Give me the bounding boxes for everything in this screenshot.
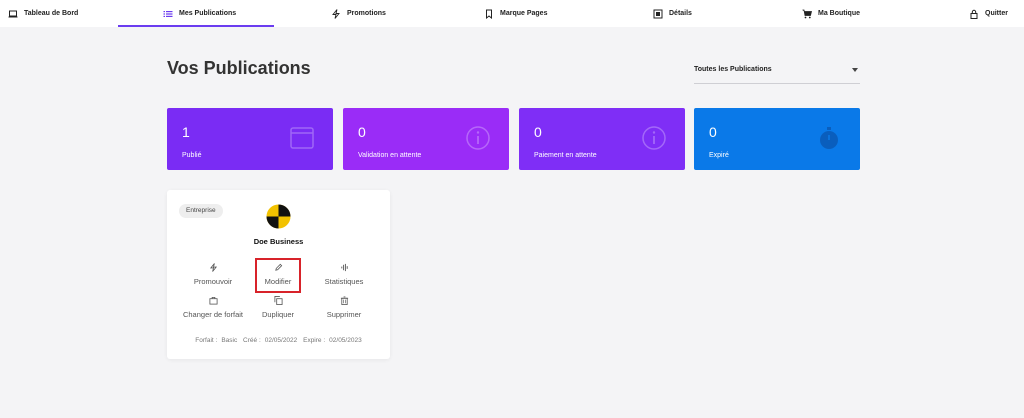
- action-label: Supprimer: [326, 310, 362, 319]
- stat-label: Validation en attente: [358, 152, 422, 159]
- created-label: Créé :: [243, 337, 261, 344]
- nav-item-details[interactable]: Détails: [653, 0, 692, 27]
- info-icon: [466, 126, 490, 150]
- plan-value: Basic: [221, 337, 238, 344]
- nav-label: Promotions: [347, 10, 386, 17]
- publication-filter-select[interactable]: Toutes les Publications: [694, 62, 860, 84]
- stat-value: 0: [358, 124, 366, 140]
- details-icon: [653, 9, 663, 18]
- nav-label: Ma Boutique: [818, 10, 860, 17]
- stat-value: 1: [182, 124, 190, 140]
- action-label: Dupliquer: [261, 310, 295, 319]
- bolt-icon: [332, 8, 340, 19]
- pencil-icon: [274, 263, 282, 271]
- stopwatch-icon: [820, 127, 838, 149]
- stat-label: Paiement en attente: [534, 152, 597, 159]
- waveform-icon: [340, 263, 348, 272]
- nav-item-ma-boutique[interactable]: Ma Boutique: [802, 0, 860, 27]
- nav-item-quitter[interactable]: Quitter: [969, 0, 1008, 27]
- filter-selected-value: Toutes les Publications: [694, 66, 772, 73]
- nav-item-promotions[interactable]: Promotions: [331, 0, 386, 27]
- copy-icon: [273, 296, 283, 305]
- nav-label: Quitter: [985, 10, 1008, 17]
- business-name: Doe Business: [253, 237, 304, 246]
- action-label: Promouvoir: [193, 277, 233, 286]
- cart-icon: [802, 9, 812, 18]
- plan-label: Forfait :: [195, 337, 218, 344]
- action-label: Modifier: [264, 277, 292, 286]
- lock-icon: [970, 9, 978, 19]
- listing-card: Entreprise Doe Business Promouvoir Modif…: [167, 190, 390, 359]
- delete-action[interactable]: Supprimer: [312, 296, 376, 319]
- bolt-icon: [209, 263, 217, 272]
- stat-label: Publié: [182, 152, 202, 159]
- info-icon: [642, 126, 666, 150]
- action-label: Changer de forfait: [182, 310, 244, 319]
- statistics-action[interactable]: Statistiques: [312, 263, 376, 286]
- stat-card-pending-payment[interactable]: 0 Paiement en attente: [519, 108, 685, 170]
- page-title: Vos Publications: [167, 58, 311, 78]
- business-logo: [266, 204, 291, 229]
- edit-action[interactable]: Modifier: [255, 258, 301, 293]
- created-value: 02/05/2022: [264, 337, 298, 344]
- briefcase-icon: [208, 296, 218, 305]
- promote-action[interactable]: Promouvoir: [181, 263, 245, 286]
- list-icon: [163, 10, 173, 17]
- nav-item-mes-publications[interactable]: Mes Publications: [117, 0, 275, 27]
- nav-label: Mes Publications: [179, 10, 237, 17]
- stat-value: 0: [534, 124, 542, 140]
- browser-icon: [290, 127, 314, 149]
- stat-card-expired[interactable]: 0 Expiré: [694, 108, 860, 170]
- category-badge: Entreprise: [179, 204, 223, 218]
- nav-label: Détails: [669, 10, 692, 17]
- nav-item-tableau-de-bord[interactable]: Tableau de Bord: [8, 0, 78, 27]
- bookmark-icon: [486, 9, 492, 19]
- nav-label: Marque Pages: [500, 10, 548, 17]
- nav-label: Tableau de Bord: [24, 10, 79, 17]
- trash-icon: [340, 296, 348, 305]
- listing-meta: Forfait : Basic Créé :02/05/2022 Expire :…: [167, 337, 390, 344]
- expires-label: Expire :: [303, 337, 326, 344]
- stat-value: 0: [709, 124, 717, 140]
- stat-card-published[interactable]: 1 Publié: [167, 108, 333, 170]
- laptop-icon: [8, 10, 18, 17]
- duplicate-action[interactable]: Dupliquer: [246, 296, 310, 319]
- stat-label: Expiré: [709, 152, 729, 159]
- action-label: Statistiques: [324, 277, 364, 286]
- expires-value: 02/05/2023: [329, 337, 362, 344]
- change-plan-action[interactable]: Changer de forfait: [181, 296, 245, 319]
- nav-item-marque-pages[interactable]: Marque Pages: [484, 0, 547, 27]
- stat-card-pending-validation[interactable]: 0 Validation en attente: [343, 108, 509, 170]
- top-navigation: Tableau de Bord Mes Publications Promoti…: [0, 0, 1024, 27]
- caret-down-icon: [852, 68, 858, 72]
